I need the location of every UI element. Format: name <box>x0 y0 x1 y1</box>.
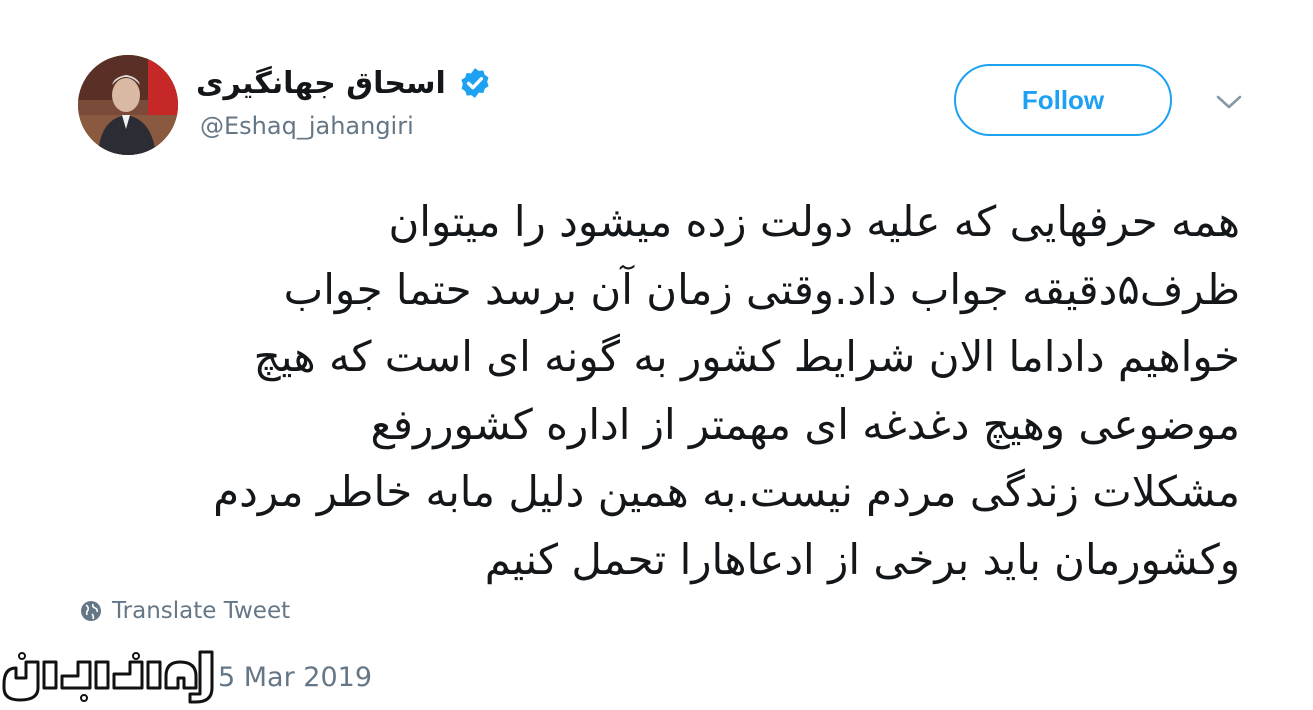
tweet-line: موضوعی وهیچ دغدغه ای مهمتر از اداره کشور… <box>370 399 1240 449</box>
tweet-line: همه حرفهایی که علیه دولت زده میشود را می… <box>388 197 1240 246</box>
user-handle[interactable]: @Eshaq_jahangiri <box>200 112 414 140</box>
display-name[interactable]: اسحاق جهانگیری <box>196 66 446 101</box>
watermark-logo <box>2 650 214 704</box>
follow-button[interactable]: Follow <box>954 64 1172 136</box>
chevron-down-icon[interactable] <box>1212 88 1246 116</box>
tweet-line: ظرف۵دقیقه جواب داد.وقتی زمان آن برسد حتم… <box>283 264 1240 314</box>
translate-tweet-label: Translate Tweet <box>112 598 291 624</box>
tweet-line: خواهیم داداما الان شرایط کشور به گونه ای… <box>253 332 1240 381</box>
tweet-timestamp[interactable]: 5 Mar 2019 <box>218 662 372 693</box>
tweet-text: همه حرفهایی که علیه دولت زده میشود را می… <box>110 188 1240 593</box>
translate-tweet-link[interactable]: Translate Tweet <box>80 598 290 624</box>
avatar-image <box>78 55 178 155</box>
tweet-line: وکشورمان باید برخی از ادعاهارا تحمل کنیم <box>484 534 1240 584</box>
avatar[interactable] <box>78 55 178 155</box>
globe-icon <box>81 601 101 621</box>
verified-badge-icon <box>461 68 489 98</box>
tweet-line: مشکلات زندگی مردم نیست.به همین دلیل مابه… <box>213 467 1240 516</box>
user-name-row: اسحاق جهانگیری <box>196 60 492 106</box>
